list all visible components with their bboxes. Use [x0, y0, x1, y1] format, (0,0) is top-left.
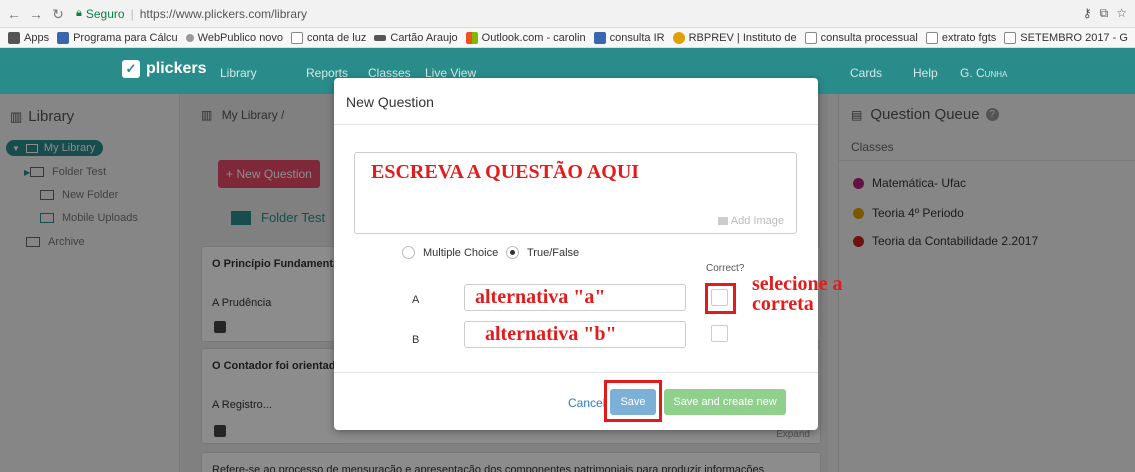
answer-text: alternativa "b" [485, 323, 617, 345]
url-bar-icons: ⚷ ⧉ ☆ [1083, 6, 1127, 21]
outlook-icon [465, 31, 478, 44]
highlight-box [604, 380, 662, 422]
bookmark-item[interactable]: conta de luz [291, 31, 367, 44]
card-icon [374, 34, 387, 41]
bookmark-label: Cartão Araujo [390, 31, 458, 44]
nav-help[interactable]: Help [913, 66, 938, 80]
address-field[interactable]: 🔒︎ Seguro | https://www.plickers.com/lib… [76, 7, 307, 21]
bookmark-label: consulta processual [820, 31, 918, 44]
correct-column-label: Correct? [706, 263, 745, 274]
bookmark-item[interactable]: Programa para Cálcu [57, 31, 178, 44]
answer-text: alternativa "a" [475, 286, 606, 308]
forward-arrow-icon[interactable]: → [28, 6, 44, 22]
bookmark-label: Programa para Cálcu [73, 31, 178, 44]
highlight-box [705, 283, 736, 314]
bookmark-item[interactable]: Cartão Araujo [374, 31, 458, 44]
bookmark-item[interactable]: RBPREV | Instituto de [672, 31, 797, 44]
browser-url-bar: ← → ↻ 🔒︎ Seguro | https://www.plickers.c… [0, 0, 1135, 28]
add-image-label: Add Image [730, 215, 784, 227]
radio-circle[interactable] [506, 246, 519, 259]
logo-text: plickers [146, 60, 207, 77]
select-correct-annotation: selecione a correta [752, 273, 843, 315]
bookmark-label: consulta IR [609, 31, 665, 44]
question-prompt-annotation: ESCREVA A QUESTÃO AQUI [371, 161, 640, 183]
divider [334, 124, 818, 125]
bookmark-label: WebPublico novo [197, 31, 284, 44]
bookmark-item[interactable]: consulta IR [593, 31, 665, 44]
answer-input-b[interactable]: alternativa "b" [464, 321, 686, 348]
lock-icon: 🔒︎ [76, 7, 82, 19]
bookmark-icon [57, 31, 70, 44]
page-icon [1004, 31, 1017, 44]
question-text-area[interactable]: ESCREVA A QUESTÃO AQUI Add Image [354, 152, 797, 234]
secure-label: Seguro [85, 6, 125, 21]
bookmark-item[interactable]: SETEMBRO 2017 - G [1004, 31, 1128, 44]
radio-true-false[interactable]: True/False [506, 246, 579, 259]
add-image-button[interactable]: Add Image [717, 215, 784, 227]
bookmark-icon [593, 31, 606, 44]
page-icon [804, 31, 817, 44]
page-icon [925, 31, 938, 44]
bookmark-item[interactable]: Apps [8, 31, 50, 44]
bookmark-item[interactable]: consulta processual [804, 31, 918, 44]
save-and-create-new-button[interactable]: Save and create new [664, 389, 786, 415]
bookmark-label: conta de luz [307, 31, 367, 44]
bookmark-item[interactable]: Outlook.com - carolin [465, 31, 586, 44]
key-icon[interactable]: ⚷ [1083, 6, 1092, 21]
bookmarks-bar: Apps Programa para Cálcu WebPublico novo… [0, 28, 1135, 48]
radio-circle[interactable] [402, 246, 415, 259]
answer-letter: B [412, 334, 420, 346]
page-icon [291, 31, 304, 44]
plickers-logo[interactable]: ✓ plickers [122, 60, 206, 78]
translate-icon[interactable]: ⧉ [1100, 6, 1109, 21]
url-text[interactable]: https://www.plickers.com/library [140, 7, 307, 21]
apps-grid-icon [8, 31, 20, 44]
bookmark-label: Apps [24, 31, 50, 44]
bookmark-item[interactable]: WebPublico novo [185, 31, 284, 44]
rbprev-icon [672, 31, 685, 44]
correct-checkbox-b[interactable] [711, 325, 728, 342]
bookmark-label: Outlook.com - carolin [481, 31, 586, 44]
bookmark-icon [185, 33, 194, 42]
star-icon[interactable]: ☆ [1116, 6, 1127, 21]
plickers-check-icon: ✓ [122, 60, 140, 78]
new-question-modal: New Question ESCREVA A QUESTÃO AQUI Add … [334, 78, 818, 430]
bookmark-label: SETEMBRO 2017 - G [1020, 31, 1128, 44]
address-separator: | [130, 6, 134, 21]
bookmark-item[interactable]: extrato fgts [925, 31, 997, 44]
answer-input-a[interactable]: alternativa "a" [464, 284, 686, 311]
reload-icon[interactable]: ↻ [50, 6, 66, 22]
user-menu[interactable]: G. Cunha [960, 66, 1007, 80]
back-arrow-icon[interactable]: ← [6, 6, 22, 22]
radio-label: Multiple Choice [423, 246, 499, 259]
divider [334, 372, 818, 373]
cancel-button[interactable]: Cancel [568, 396, 605, 410]
bookmark-label: extrato fgts [941, 31, 997, 44]
radio-multiple-choice[interactable]: Multiple Choice [402, 246, 498, 259]
image-icon [717, 217, 728, 225]
bookmark-label: RBPREV | Instituto de [688, 31, 797, 44]
answer-letter: A [412, 294, 420, 306]
radio-label: True/False [527, 246, 580, 259]
modal-title: New Question [346, 94, 434, 110]
nav-cards[interactable]: Cards [850, 66, 882, 80]
nav-library[interactable]: Library [220, 66, 257, 80]
